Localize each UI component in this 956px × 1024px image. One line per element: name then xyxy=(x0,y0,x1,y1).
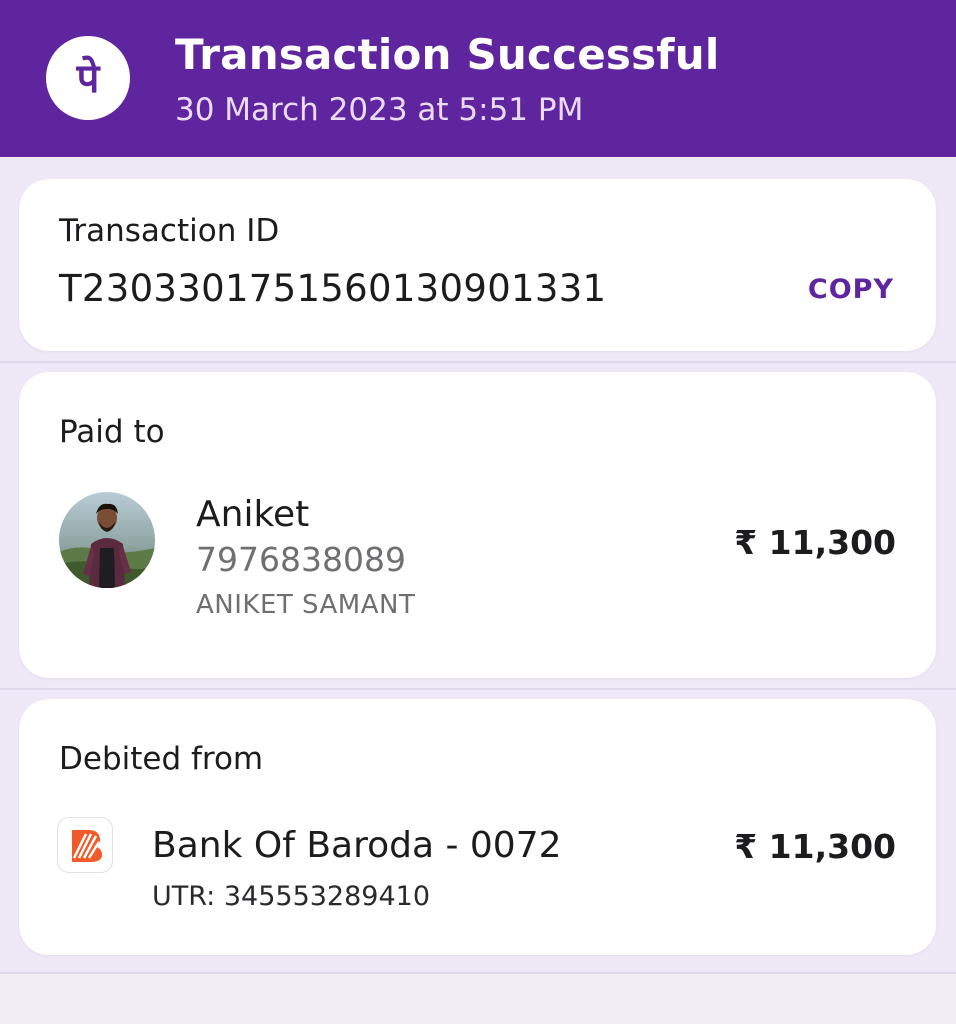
transaction-id-label: Transaction ID xyxy=(59,213,280,249)
debited-amount: ₹ 11,300 xyxy=(734,827,896,866)
bank-account-name: Bank Of Baroda - 0072 xyxy=(152,825,562,866)
copy-button[interactable]: COPY xyxy=(808,274,894,305)
paid-to-card[interactable]: Paid to Aniket 7976838089 ANIKET SAMANT … xyxy=(19,372,936,678)
bank-logo-glyph xyxy=(72,830,102,862)
bottom-background xyxy=(0,974,956,1024)
phonepe-logo-glyph: पे xyxy=(76,55,101,102)
payee-legal-name: ANIKET SAMANT xyxy=(196,590,416,620)
bank-of-baroda-logo-icon xyxy=(57,817,113,873)
phonepe-logo-icon: पे xyxy=(46,36,130,120)
status-title: Transaction Successful xyxy=(175,30,720,79)
paid-amount: ₹ 11,300 xyxy=(734,523,896,562)
debited-from-label: Debited from xyxy=(59,741,264,777)
debited-from-card[interactable]: Debited from Bank Of Baroda - 0072 UTR: … xyxy=(19,699,936,955)
divider xyxy=(0,688,956,690)
avatar xyxy=(59,492,155,588)
utr-number: UTR: 345553289410 xyxy=(152,881,431,912)
divider xyxy=(0,361,956,363)
profile-photo-icon xyxy=(59,492,155,588)
header: पे Transaction Successful 30 March 2023 … xyxy=(0,0,956,157)
transaction-datetime: 30 March 2023 at 5:51 PM xyxy=(175,92,584,128)
svg-text:पे: पे xyxy=(76,55,101,102)
paid-to-label: Paid to xyxy=(59,414,165,450)
payee-phone: 7976838089 xyxy=(196,540,406,579)
transaction-id-value: T2303301751560130901331 xyxy=(59,267,607,310)
payee-name: Aniket xyxy=(196,494,310,535)
transaction-id-card: Transaction ID T2303301751560130901331 C… xyxy=(19,179,936,351)
